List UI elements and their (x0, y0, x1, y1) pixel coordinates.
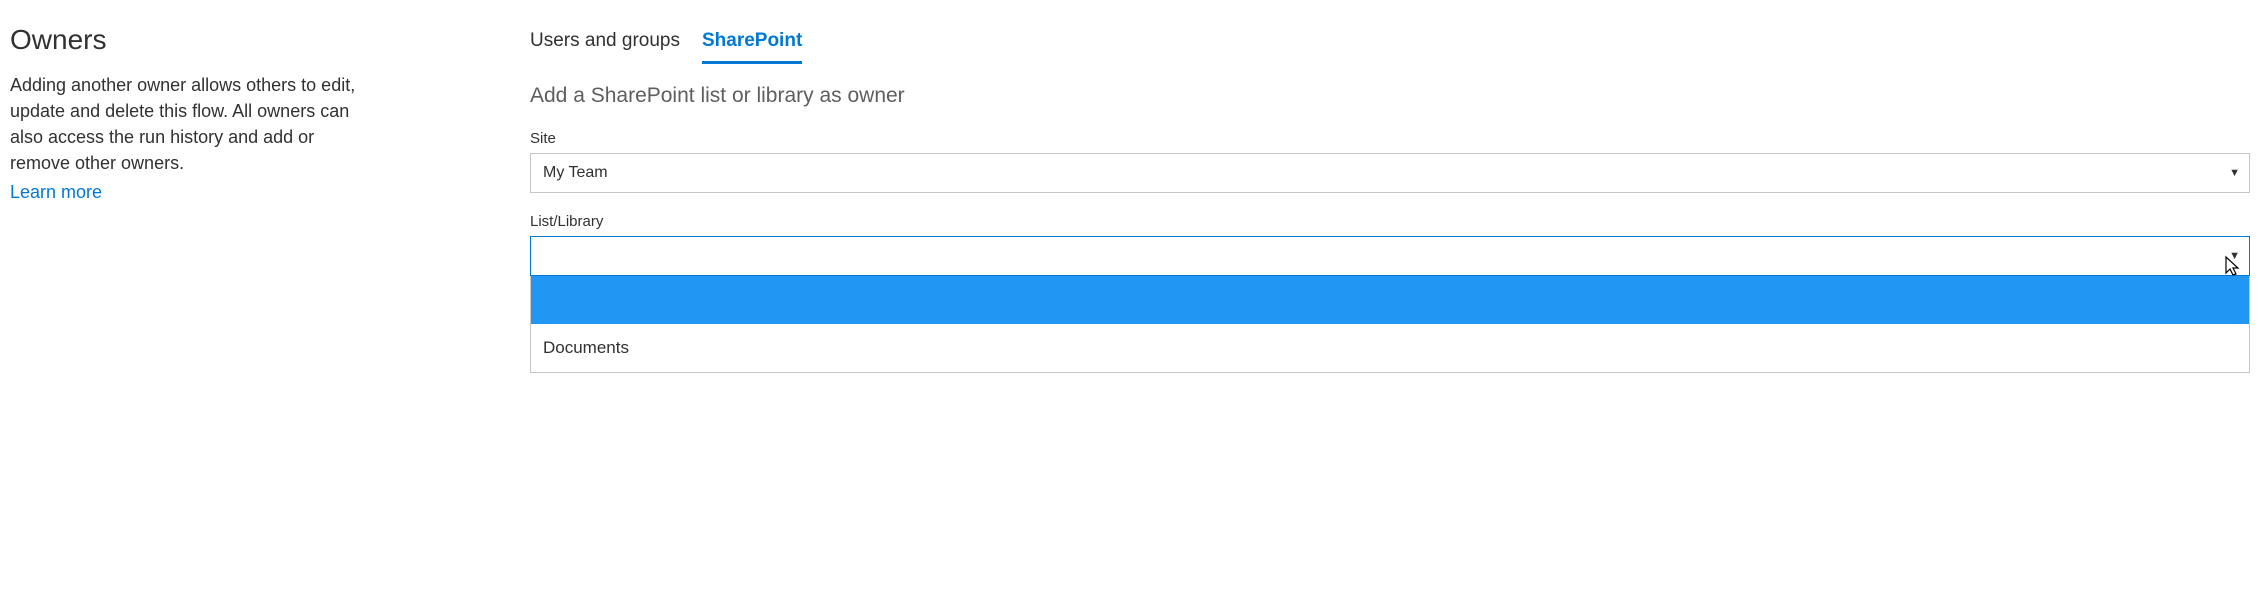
owners-panel: Owners Adding another owner allows other… (10, 10, 370, 393)
site-field-group: Site My Team ▼ (530, 130, 2250, 193)
learn-more-link[interactable]: Learn more (10, 182, 102, 202)
tab-users-and-groups[interactable]: Users and groups (530, 30, 680, 64)
list-library-select[interactable] (530, 236, 2250, 276)
site-label: Site (530, 130, 2250, 147)
site-select-wrapper: My Team ▼ (530, 153, 2250, 193)
list-library-select-wrapper: ▼ (530, 236, 2250, 276)
sharepoint-panel: Users and groups SharePoint Add a ShareP… (530, 10, 2250, 393)
tab-sharepoint[interactable]: SharePoint (702, 30, 802, 64)
dropdown-option-label: Documents (543, 338, 629, 358)
list-library-dropdown: Documents (530, 276, 2250, 373)
list-library-field-group: List/Library ▼ Documents (530, 213, 2250, 373)
dropdown-option-empty[interactable] (531, 276, 2249, 324)
site-select-value: My Team (543, 164, 608, 182)
add-sharepoint-heading: Add a SharePoint list or library as owne… (530, 84, 2250, 108)
tabs-container: Users and groups SharePoint (530, 30, 2250, 64)
site-select[interactable]: My Team (530, 153, 2250, 193)
dropdown-option-documents[interactable]: Documents (531, 324, 2249, 372)
list-library-label: List/Library (530, 213, 2250, 230)
owners-description: Adding another owner allows others to ed… (10, 72, 370, 176)
owners-title: Owners (10, 24, 370, 56)
